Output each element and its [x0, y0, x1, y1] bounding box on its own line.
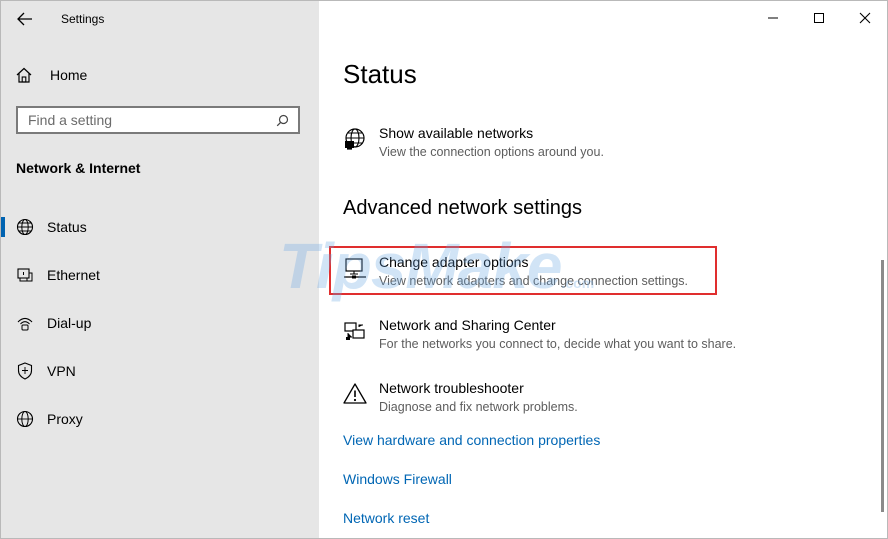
- page-title: Status: [343, 59, 417, 89]
- network-troubleshooter-entry[interactable]: Network troubleshooter Diagnose and fix …: [341, 380, 741, 424]
- sidebar-item-label: VPN: [47, 363, 76, 379]
- sharing-center-icon: [343, 319, 367, 343]
- sidebar-item-label: Dial-up: [47, 315, 92, 331]
- link-windows-firewall[interactable]: Windows Firewall: [343, 471, 452, 487]
- vpn-shield-icon: [15, 361, 35, 381]
- entry-desc: Diagnose and fix network problems.: [379, 400, 578, 414]
- show-networks-title: Show available networks: [379, 125, 534, 141]
- entry-title: Network troubleshooter: [379, 380, 524, 396]
- back-arrow-icon: [17, 12, 32, 26]
- sidebar-item-label: Ethernet: [47, 267, 100, 283]
- back-button[interactable]: [11, 7, 39, 31]
- sidebar-item-dialup[interactable]: Dial-up: [1, 303, 319, 343]
- minimize-icon: [768, 17, 778, 19]
- show-networks-desc: View the connection options around you.: [379, 145, 604, 159]
- proxy-globe-icon: [15, 409, 35, 429]
- close-button[interactable]: [842, 1, 887, 35]
- category-heading: Network & Internet: [16, 160, 141, 176]
- link-hardware-properties[interactable]: View hardware and connection properties: [343, 432, 600, 448]
- sidebar-item-home-label: Home: [50, 67, 88, 83]
- sidebar-item-status[interactable]: Status: [1, 207, 319, 247]
- network-globe-icon: [343, 127, 367, 151]
- show-networks-entry[interactable]: Show available networks View the connect…: [341, 125, 741, 169]
- home-icon: [16, 67, 32, 83]
- search-input[interactable]: Find a setting: [16, 106, 300, 134]
- entry-desc: For the networks you connect to, decide …: [379, 337, 737, 351]
- close-icon: [859, 12, 871, 24]
- network-sharing-center-entry[interactable]: Network and Sharing Center For the netwo…: [341, 317, 741, 361]
- sidebar: Settings Home Find a setting Network & I…: [1, 1, 319, 538]
- sidebar-item-proxy[interactable]: Proxy: [1, 399, 319, 439]
- dialup-icon: [15, 313, 35, 333]
- sidebar-item-label: Status: [47, 219, 87, 235]
- watermark: TipsMake.com: [279, 229, 594, 303]
- maximize-button[interactable]: [796, 1, 842, 35]
- watermark-text: TipsMake: [279, 230, 562, 302]
- scrollbar-thumb[interactable]: [881, 260, 884, 512]
- status-globe-icon: [15, 217, 35, 237]
- settings-window: Settings Home Find a setting Network & I…: [0, 0, 888, 539]
- sidebar-item-home[interactable]: Home: [15, 63, 87, 87]
- maximize-icon: [814, 13, 824, 23]
- entry-title: Network and Sharing Center: [379, 317, 556, 333]
- search-placeholder: Find a setting: [28, 112, 113, 128]
- sidebar-item-ethernet[interactable]: Ethernet: [1, 255, 319, 295]
- sidebar-item-vpn[interactable]: VPN: [1, 351, 319, 391]
- watermark-suffix: .com: [561, 275, 595, 291]
- link-network-reset[interactable]: Network reset: [343, 510, 429, 526]
- advanced-section-title: Advanced network settings: [343, 197, 583, 219]
- warning-triangle-icon: [343, 382, 367, 406]
- scrollbar[interactable]: [878, 35, 887, 537]
- sidebar-item-label: Proxy: [47, 411, 83, 427]
- window-title: Settings: [61, 12, 105, 26]
- ethernet-icon: [15, 265, 35, 285]
- search-icon[interactable]: [272, 114, 292, 127]
- minimize-button[interactable]: [750, 1, 796, 35]
